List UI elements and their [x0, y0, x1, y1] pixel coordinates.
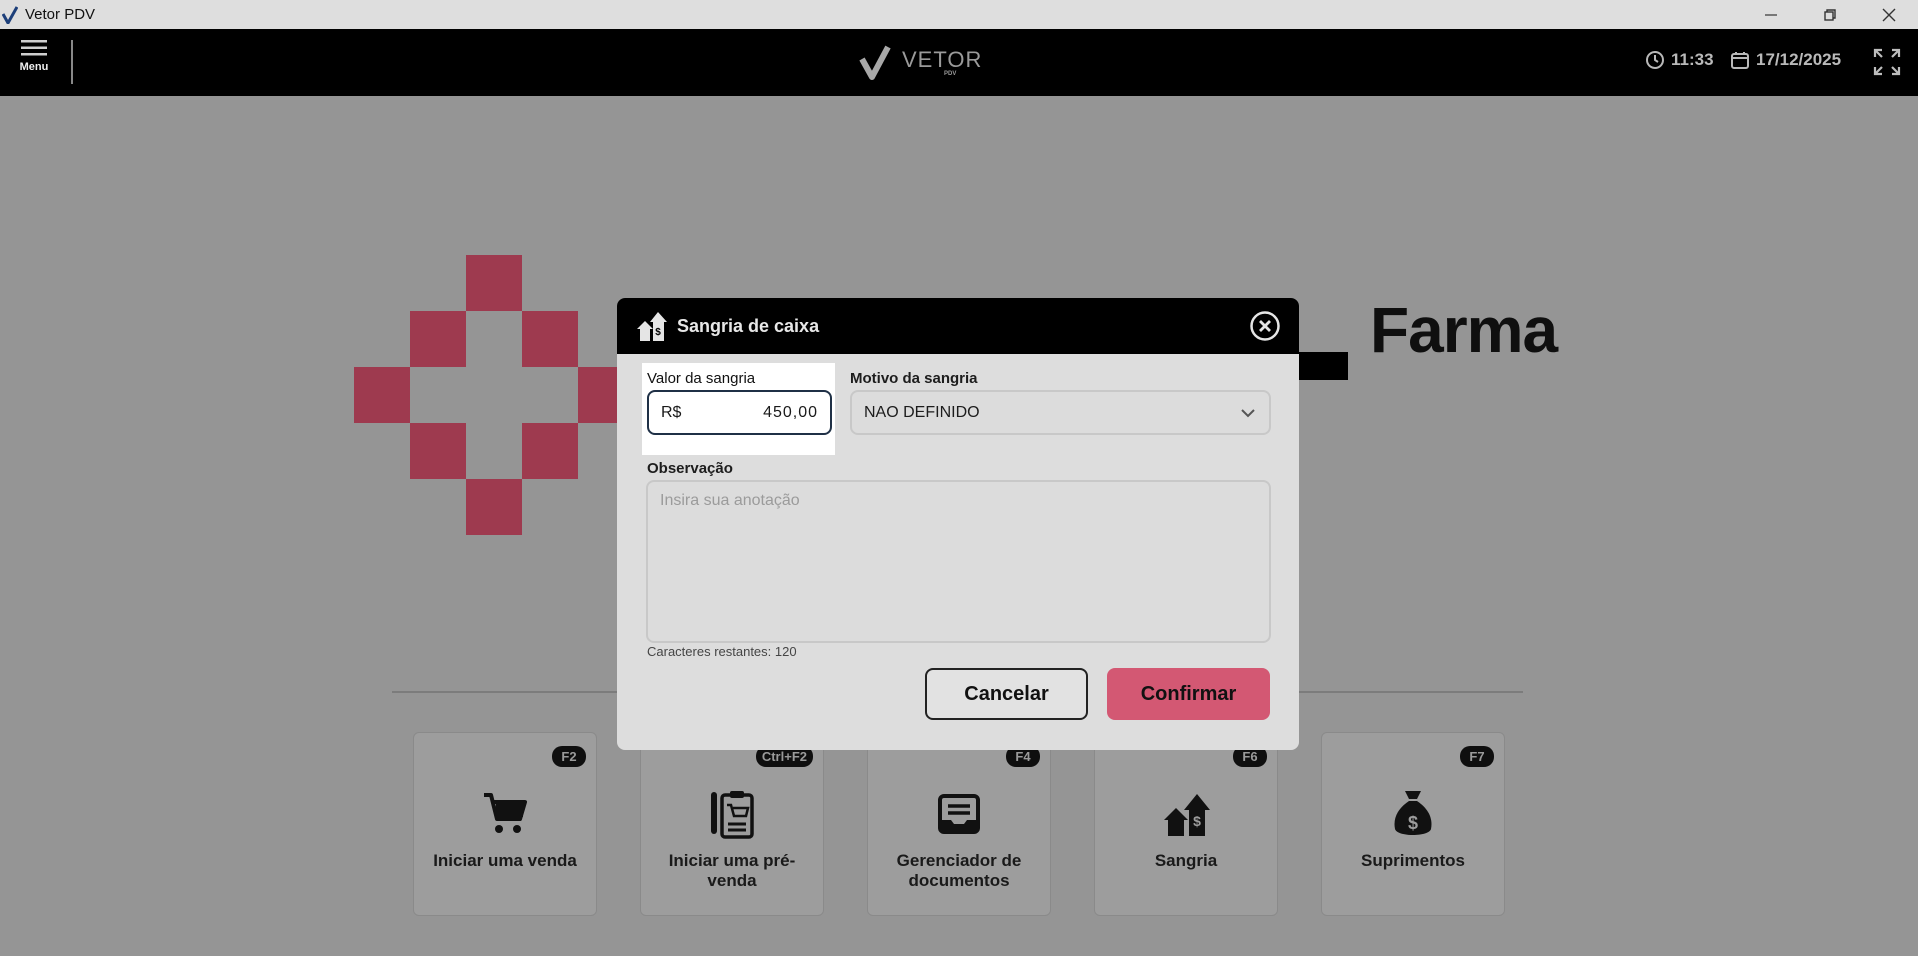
action-label: Suprimentos	[1361, 851, 1465, 870]
date-display: 17/12/2025	[1730, 50, 1841, 70]
clock-time: 11:33	[1671, 50, 1714, 69]
date-text: 17/12/2025	[1756, 50, 1842, 69]
cash-withdraw-icon: $	[637, 312, 667, 341]
valor-amount: 450,00	[763, 403, 818, 421]
header-divider	[71, 40, 73, 84]
chevron-down-icon	[1241, 408, 1255, 417]
action-card-sangria[interactable]: F6 $ Sangria	[1094, 732, 1278, 916]
document-tray-icon	[934, 789, 984, 839]
close-window-button[interactable]	[1859, 0, 1918, 29]
action-label: Sangria	[1154, 851, 1218, 870]
observacao-label: Observação	[647, 460, 733, 477]
calendar-icon	[1731, 52, 1749, 69]
menu-button[interactable]: Menu	[14, 39, 54, 87]
motivo-selected-value: NAO DEFINIDO	[864, 403, 980, 421]
action-label: Iniciar uma venda	[433, 851, 577, 870]
valor-input[interactable]: R$ 450,00	[647, 390, 832, 435]
money-bag-icon: $	[1388, 789, 1438, 839]
restore-button[interactable]	[1800, 0, 1859, 29]
svg-text:$: $	[1408, 813, 1418, 833]
menu-label: Menu	[19, 61, 49, 73]
close-modal-button[interactable]	[1249, 310, 1281, 342]
observacao-textarea[interactable]: Insira sua anotação	[646, 480, 1271, 643]
shortcut-badge: F7	[1460, 746, 1494, 767]
action-label: Gerenciador de documentos	[896, 851, 1022, 890]
sangria-modal: $ Sangria de caixa Valor da sangria R$ 4…	[617, 298, 1299, 750]
motivo-select[interactable]: NAO DEFINIDO	[850, 390, 1271, 435]
window-titlebar: Vetor PDV	[0, 0, 1918, 29]
pharmacy-cross-logo	[354, 255, 624, 540]
clock: 11:33	[1645, 50, 1714, 70]
vetor-check-icon	[859, 45, 891, 80]
svg-text:$: $	[1193, 813, 1201, 829]
action-card-iniciar-pre-venda[interactable]: Ctrl+F2 Iniciar uma pré-venda	[640, 732, 824, 916]
minimize-button[interactable]	[1741, 0, 1800, 29]
motivo-label: Motivo da sangria	[850, 370, 978, 387]
restore-icon	[1823, 8, 1836, 21]
fullscreen-button[interactable]	[1872, 47, 1902, 77]
currency-prefix: R$	[661, 403, 682, 421]
minimize-icon	[1764, 13, 1777, 16]
action-card-iniciar-venda[interactable]: F2 Iniciar uma venda	[413, 732, 597, 916]
action-card-suprimentos[interactable]: F7 $ Suprimentos	[1321, 732, 1505, 916]
clipboard-cart-icon	[707, 789, 757, 839]
window-title: Vetor PDV	[25, 6, 96, 23]
app-header: Menu VETOR PDV 11:33 17/12/2025	[0, 29, 1918, 96]
action-label: Iniciar uma pré-venda	[668, 851, 796, 890]
brand-sub: PDV	[944, 71, 957, 77]
valor-label: Valor da sangria	[647, 370, 756, 387]
modal-header: $ Sangria de caixa	[617, 298, 1299, 354]
brand-logo: VETOR PDV	[858, 43, 982, 83]
vetor-logo-icon	[0, 5, 20, 25]
observacao-placeholder: Insira sua anotação	[660, 492, 800, 509]
valor-field-group: Valor da sangria R$ 450,00	[642, 363, 835, 455]
brand-name: VETOR	[902, 47, 983, 72]
svg-text:$: $	[655, 327, 661, 338]
farma-logo-text: Farma	[1370, 294, 1558, 366]
char-counter: Caracteres restantes: 120	[647, 644, 797, 659]
clock-icon	[1646, 51, 1664, 69]
cart-icon	[480, 789, 530, 839]
modal-title: Sangria de caixa	[677, 315, 820, 336]
cash-withdraw-icon: $	[1161, 789, 1211, 839]
shortcut-badge: F2	[552, 746, 586, 767]
close-icon	[1882, 8, 1895, 21]
hamburger-icon	[21, 40, 47, 56]
cancel-button[interactable]: Cancelar	[925, 668, 1088, 720]
expand-icon	[1873, 48, 1901, 76]
confirm-button[interactable]: Confirmar	[1107, 668, 1270, 720]
action-card-gerenciador-documentos[interactable]: F4 Gerenciador de documentos	[867, 732, 1051, 916]
